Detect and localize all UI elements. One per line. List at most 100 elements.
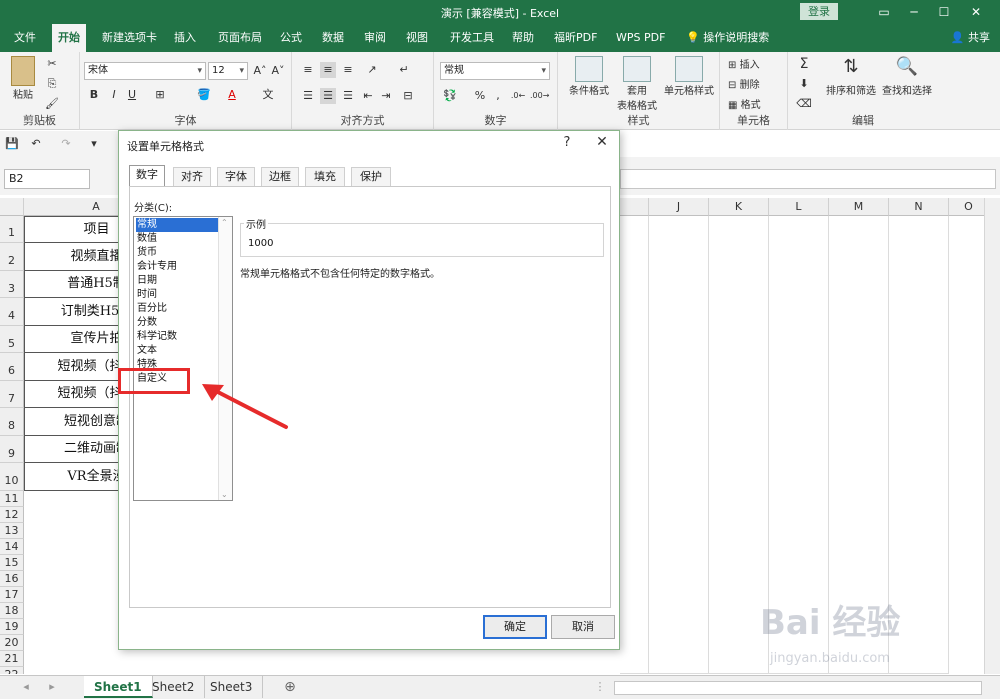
insert-cells-button[interactable]: ⊞ 插入 <box>728 56 760 71</box>
row-header-15[interactable]: 15 <box>0 555 24 571</box>
ok-button[interactable]: 确定 <box>483 615 547 639</box>
tab-protection[interactable]: 保护 <box>351 167 391 187</box>
column-header-l[interactable]: L <box>769 198 829 216</box>
borders-icon[interactable]: ⊞ <box>152 87 168 103</box>
row-header-14[interactable]: 14 <box>0 539 24 555</box>
clear-icon[interactable]: ⌫ <box>796 96 812 112</box>
tab-fill[interactable]: 填充 <box>305 167 345 187</box>
tab-new[interactable]: 新建选项卡 <box>96 24 163 52</box>
shrink-font-icon[interactable]: A˅ <box>270 63 286 79</box>
category-general[interactable]: 常规 <box>136 218 218 232</box>
category-time[interactable]: 时间 <box>136 288 218 302</box>
select-all-corner[interactable] <box>0 198 24 216</box>
tab-data[interactable]: 数据 <box>316 24 350 52</box>
italic-button[interactable]: I <box>106 87 122 103</box>
comma-button[interactable]: , <box>490 88 506 104</box>
copy-icon[interactable]: ⎘ <box>44 76 60 92</box>
ribbon-display-icon[interactable]: ▭ <box>874 2 894 22</box>
redo-icon[interactable]: ↷ <box>58 136 74 152</box>
more-options-icon[interactable]: ⋮ <box>592 679 608 695</box>
column-header-n[interactable]: N <box>889 198 949 216</box>
paste-button[interactable]: 粘贴 <box>6 56 40 101</box>
category-currency[interactable]: 货币 <box>136 246 218 260</box>
currency-icon[interactable]: 💱 <box>442 88 458 104</box>
phonetic-icon[interactable]: 文 <box>260 87 276 103</box>
dialog-close-icon[interactable]: ✕ <box>593 134 611 150</box>
help-icon[interactable]: ? <box>559 135 575 150</box>
row-header-21[interactable]: 21 <box>0 651 24 667</box>
row-header-18[interactable]: 18 <box>0 603 24 619</box>
tab-wps-pdf[interactable]: WPS PDF <box>610 24 671 52</box>
maximize-icon[interactable]: ☐ <box>934 2 954 22</box>
category-text[interactable]: 文本 <box>136 344 218 358</box>
row-header-7[interactable]: 7 <box>0 381 24 408</box>
delete-cells-button[interactable]: ⊟ 删除 <box>728 76 760 91</box>
align-left-icon[interactable]: ☰ <box>300 88 316 104</box>
cell-styles-button[interactable]: 单元格样式 <box>660 56 718 97</box>
increase-indent-icon[interactable]: ⇥ <box>378 88 394 104</box>
login-button[interactable]: 登录 <box>800 3 838 20</box>
row-header-1[interactable]: 1 <box>0 216 24 243</box>
column-header-j[interactable]: J <box>649 198 709 216</box>
format-painter-icon[interactable]: 🖌 <box>44 96 60 112</box>
category-date[interactable]: 日期 <box>136 274 218 288</box>
row-header-5[interactable]: 5 <box>0 326 24 353</box>
horizontal-scrollbar[interactable] <box>614 681 982 695</box>
scroll-left-icon[interactable]: ◂ <box>18 679 34 695</box>
undo-icon[interactable]: ↶ <box>28 136 44 152</box>
decrease-indent-icon[interactable]: ⇤ <box>360 88 376 104</box>
decrease-decimal-icon[interactable]: .00→ <box>530 88 549 104</box>
cancel-button[interactable]: 取消 <box>551 615 615 639</box>
format-cells-button[interactable]: ▦ 格式 <box>728 96 761 111</box>
tab-formulas[interactable]: 公式 <box>274 24 308 52</box>
row-header-10[interactable]: 10 <box>0 463 24 491</box>
tab-file[interactable]: 文件 <box>8 24 42 52</box>
vertical-scrollbar[interactable] <box>984 198 1000 674</box>
add-sheet-icon[interactable]: ⊕ <box>282 679 298 695</box>
category-fraction[interactable]: 分数 <box>136 316 218 330</box>
column-header-k[interactable]: K <box>709 198 769 216</box>
scroll-right-icon[interactable]: ▸ <box>44 679 60 695</box>
row-header-19[interactable]: 19 <box>0 619 24 635</box>
column-header-o[interactable]: O <box>949 198 989 216</box>
align-top-icon[interactable]: ≡ <box>300 62 316 78</box>
conditional-formatting-button[interactable]: 条件格式 <box>564 56 614 97</box>
font-color-icon[interactable]: A <box>224 87 240 103</box>
font-name-select[interactable]: 宋体 ▾ <box>84 62 206 80</box>
sheet-tab-3[interactable]: Sheet3 <box>200 676 264 698</box>
row-header-17[interactable]: 17 <box>0 587 24 603</box>
row-header-20[interactable]: 20 <box>0 635 24 651</box>
tab-number[interactable]: 数字 <box>129 165 165 187</box>
format-as-table-button[interactable]: 套用 表格格式 <box>614 56 660 112</box>
sort-filter-button[interactable]: ⇅ 排序和筛选 <box>824 56 878 97</box>
row-header-4[interactable]: 4 <box>0 298 24 326</box>
close-icon[interactable]: ✕ <box>966 2 986 22</box>
scroll-down-icon[interactable]: ⌄ <box>221 490 228 499</box>
tab-review[interactable]: 审阅 <box>358 24 392 52</box>
wrap-text-icon[interactable]: ↵ <box>396 62 412 78</box>
row-header-9[interactable]: 9 <box>0 436 24 463</box>
cut-icon[interactable]: ✂ <box>44 56 60 72</box>
row-header-12[interactable]: 12 <box>0 507 24 523</box>
name-box[interactable]: B2 <box>4 169 90 189</box>
tab-foxit-pdf[interactable]: 福昕PDF <box>548 24 603 52</box>
category-list[interactable]: 常规 数值 货币 会计专用 日期 时间 百分比 分数 科学记数 文本 特殊 自定… <box>133 216 233 501</box>
row-header-3[interactable]: 3 <box>0 271 24 298</box>
row-header-13[interactable]: 13 <box>0 523 24 539</box>
scroll-up-icon[interactable]: ⌃ <box>221 218 228 227</box>
tab-font[interactable]: 字体 <box>217 167 255 187</box>
category-percentage[interactable]: 百分比 <box>136 302 218 316</box>
row-header-11[interactable]: 11 <box>0 491 24 507</box>
sheet-tab-2[interactable]: Sheet2 <box>142 676 206 698</box>
row-header-22[interactable]: 22 <box>0 667 24 674</box>
column-header-m[interactable]: M <box>829 198 889 216</box>
align-center-icon[interactable]: ☰ <box>320 88 336 104</box>
tab-home[interactable]: 开始 <box>52 24 86 52</box>
minimize-icon[interactable]: ─ <box>904 2 924 22</box>
tab-insert[interactable]: 插入 <box>168 24 202 52</box>
row-header-6[interactable]: 6 <box>0 353 24 381</box>
tab-alignment[interactable]: 对齐 <box>173 167 211 187</box>
fill-color-icon[interactable]: 🪣 <box>196 87 212 103</box>
autosum-icon[interactable]: Σ <box>796 56 812 72</box>
find-select-button[interactable]: 🔍 查找和选择 <box>880 56 934 97</box>
